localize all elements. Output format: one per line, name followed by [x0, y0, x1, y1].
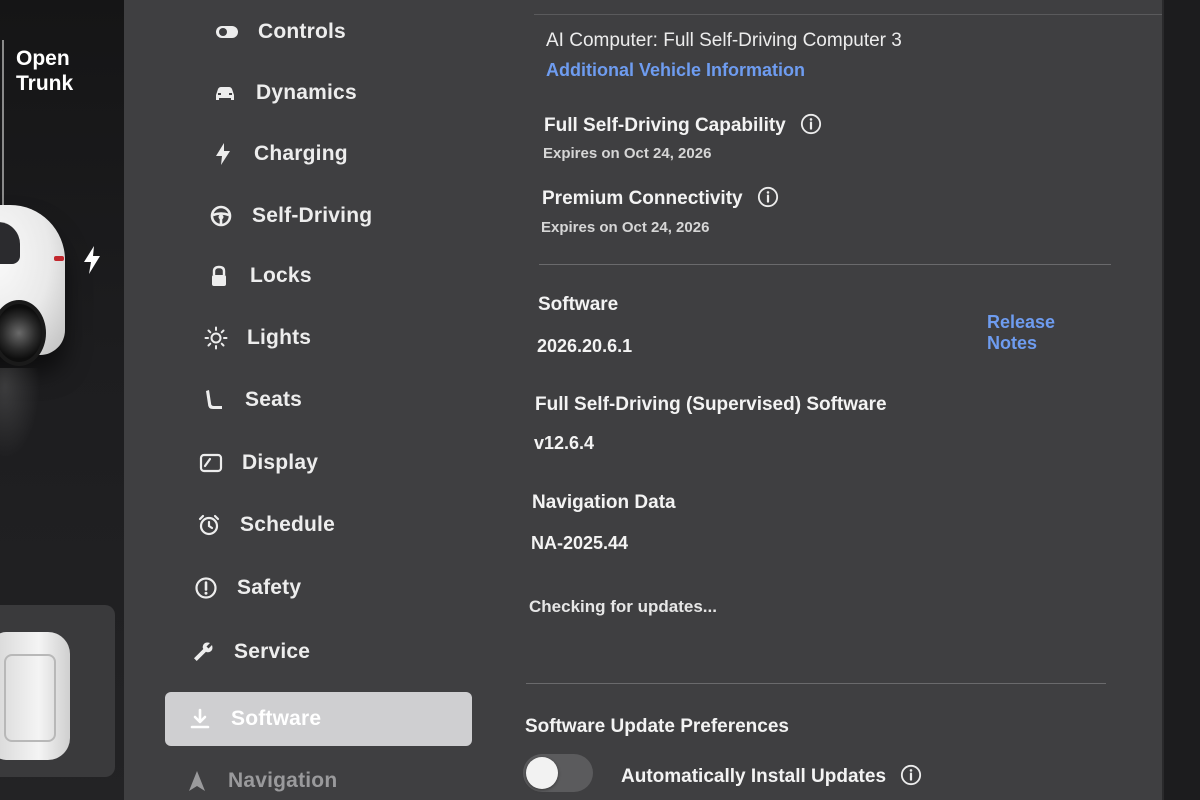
nav-item-schedule[interactable]: Schedule: [194, 498, 498, 552]
nav-item-label: Navigation: [228, 769, 338, 792]
software-content: AI Computer: Full Self-Driving Computer …: [523, 0, 1111, 800]
release-notes-link[interactable]: Release Notes: [987, 312, 1109, 354]
nav-item-safety[interactable]: Safety: [191, 561, 495, 615]
charge-port-light: [54, 256, 64, 261]
premium-connectivity-section: Premium Connectivity: [542, 186, 779, 210]
nav-item-label: Dynamics: [256, 81, 357, 104]
navigation-data-version: NA-2025.44: [531, 533, 629, 553]
update-status-text: Checking for updates...: [529, 597, 717, 616]
nav-item-label: Self-Driving: [252, 204, 373, 227]
section-divider: [526, 683, 1106, 684]
download-icon: [185, 706, 215, 732]
display-icon: [196, 450, 226, 476]
navigation-data-title: Navigation Data: [532, 492, 676, 513]
software-title: Software: [538, 294, 619, 315]
fsd-capability-section: Full Self-Driving Capability: [544, 113, 822, 137]
fsd-software-title: Full Self-Driving (Supervised) Software: [535, 394, 887, 415]
nav-item-charging[interactable]: Charging: [208, 127, 512, 181]
nav-item-label: Software: [231, 707, 322, 730]
nav-item-label: Controls: [258, 20, 346, 43]
bolt-icon: [208, 141, 238, 167]
fsd-capability-title: Full Self-Driving Capability: [544, 115, 786, 136]
navigation-arrow-icon: [182, 768, 212, 794]
auto-install-toggle[interactable]: [523, 754, 593, 792]
charging-bolt-icon[interactable]: [80, 245, 104, 275]
trunk-indicator-line: [2, 40, 4, 205]
nav-item-label: Locks: [250, 264, 312, 287]
alert-circle-icon: [191, 575, 221, 601]
settings-panel: Controls Dynamics Charging Self-Driving: [124, 0, 1164, 800]
vehicle-panel: Open Trunk: [0, 0, 140, 800]
open-trunk-button[interactable]: Open Trunk: [16, 46, 126, 96]
nav-item-controls[interactable]: Controls: [212, 5, 516, 59]
auto-install-label: Automatically Install Updates: [621, 766, 887, 787]
nav-item-label: Seats: [245, 388, 303, 411]
section-divider: [539, 264, 1111, 265]
nav-item-locks[interactable]: Locks: [204, 249, 508, 303]
nav-item-label: Safety: [237, 576, 302, 599]
fsd-software-version: v12.6.4: [534, 433, 595, 453]
settings-nav: Controls Dynamics Charging Self-Driving: [124, 0, 494, 800]
nav-item-label: Service: [234, 640, 311, 663]
toggle-knob: [526, 757, 558, 789]
car-topview-image: [0, 632, 70, 760]
nav-item-label: Display: [242, 451, 319, 474]
car-icon: [210, 80, 240, 106]
info-icon[interactable]: [800, 113, 822, 135]
premium-connectivity-title: Premium Connectivity: [542, 188, 743, 209]
sun-icon: [201, 325, 231, 351]
software-version: 2026.20.6.1: [537, 336, 633, 356]
seat-icon: [199, 387, 229, 413]
auto-install-row: Automatically Install Updates: [621, 764, 922, 788]
fsd-capability-expiry: Expires on Oct 24, 2026: [543, 145, 712, 162]
nav-item-label: Schedule: [240, 513, 335, 536]
premium-connectivity-expiry: Expires on Oct 24, 2026: [541, 219, 710, 236]
nav-item-label: Charging: [254, 142, 348, 165]
info-icon[interactable]: [900, 764, 922, 786]
toggle-icon: [212, 19, 242, 45]
nav-item-self-driving[interactable]: Self-Driving: [206, 189, 510, 243]
lock-icon: [204, 263, 234, 289]
alarm-clock-icon: [194, 512, 224, 538]
nav-item-navigation[interactable]: Navigation: [182, 754, 486, 800]
nav-item-label: Lights: [247, 326, 312, 349]
car-reflection: [0, 368, 40, 458]
info-icon[interactable]: [757, 186, 779, 208]
nav-item-dynamics[interactable]: Dynamics: [210, 66, 514, 120]
nav-item-seats[interactable]: Seats: [199, 373, 503, 427]
additional-vehicle-info-link[interactable]: Additional Vehicle Information: [546, 60, 805, 81]
update-preferences-title: Software Update Preferences: [525, 716, 789, 737]
nav-item-service[interactable]: Service: [188, 625, 492, 679]
ai-computer-text: AI Computer: Full Self-Driving Computer …: [546, 30, 902, 51]
steering-wheel-icon: [206, 203, 236, 229]
nav-item-software[interactable]: Software: [165, 692, 472, 746]
nav-item-display[interactable]: Display: [196, 436, 500, 490]
wrench-icon: [188, 639, 218, 665]
nav-item-lights[interactable]: Lights: [201, 311, 505, 365]
